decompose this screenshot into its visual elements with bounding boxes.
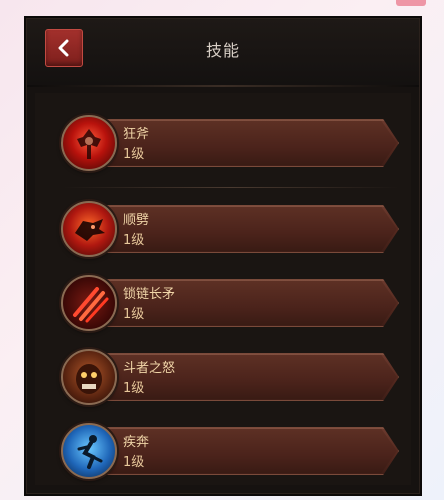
skill-row-1[interactable]: 顺劈 1级 xyxy=(61,201,401,257)
skill-name: 锁链长矛 xyxy=(123,287,176,302)
skill-list: 狂斧 1级 顺劈 1级 锁链长矛 1级 斗者之怒 1级 疾奔 1级 xyxy=(35,93,411,485)
header: 技能 xyxy=(27,19,419,85)
claw-slash-icon xyxy=(61,275,117,331)
divider xyxy=(63,187,399,188)
skill-row-3[interactable]: 斗者之怒 1级 xyxy=(61,349,401,405)
skill-name: 斗者之怒 xyxy=(123,361,176,376)
skill-level: 1级 xyxy=(123,147,145,162)
corner-badge xyxy=(396,0,426,6)
skill-level: 1级 xyxy=(123,233,145,248)
skill-name: 顺劈 xyxy=(123,213,150,228)
demon-face-icon xyxy=(61,349,117,405)
skill-row-0[interactable]: 狂斧 1级 xyxy=(61,115,401,171)
running-man-icon xyxy=(61,423,117,479)
page-title: 技能 xyxy=(205,41,240,60)
skill-row-2[interactable]: 锁链长矛 1级 xyxy=(61,275,401,331)
skill-level: 1级 xyxy=(123,307,145,322)
skill-row-4[interactable]: 疾奔 1级 xyxy=(61,423,401,479)
skill-level: 1级 xyxy=(123,381,145,396)
header-divider xyxy=(27,85,419,87)
skill-name: 狂斧 xyxy=(123,127,150,142)
wolf-head-icon xyxy=(61,201,117,257)
skills-panel: 技能 狂斧 1级 顺劈 1级 锁链长矛 1级 斗者之怒 1级 疾奔 1级 xyxy=(26,18,420,494)
skill-name: 疾奔 xyxy=(123,435,150,450)
skill-level: 1级 xyxy=(123,455,145,470)
axe-icon xyxy=(61,115,117,171)
